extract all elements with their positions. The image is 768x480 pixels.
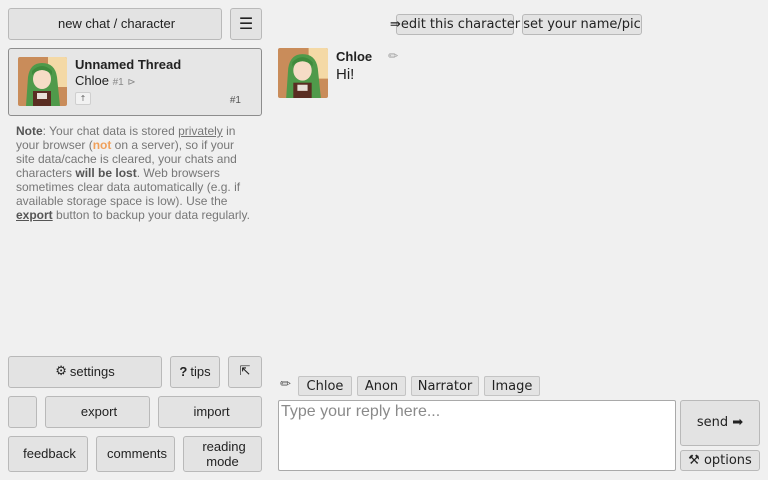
note-privately: privately [178,124,223,138]
new-chat-label: new chat / character [57,16,176,31]
character-avatar [18,57,67,106]
insert-image-button[interactable]: Image [484,376,540,396]
message-text: Hi! [336,66,355,83]
tips-button[interactable]: ? tips [170,356,220,388]
edit-character-button[interactable]: ⇛edit this character [390,14,520,35]
feedback-label: feedback [23,446,76,461]
message-avatar[interactable] [278,48,328,98]
import-button[interactable]: import [158,396,262,428]
storage-note: Note: Your chat data is stored privately… [16,124,256,222]
menu-button[interactable]: ☰ [230,8,262,40]
tag-icon: ⊳ [127,77,136,88]
thread-move-up-button[interactable]: ↑ [75,92,91,105]
pencil-icon[interactable]: ✏ [280,377,291,392]
note-export-link[interactable]: export [16,208,53,222]
collapse-icon: ⇱ [239,364,251,379]
reading-mode-label-wrap: reading mode [184,438,261,469]
message-author: Chloe [336,49,373,64]
export-label: export [80,404,118,419]
thread-character: Chloe [75,73,109,88]
comments-label: comments [107,446,167,461]
reading-label: reading mode [202,438,246,469]
comments-button[interactable]: comments [96,436,175,472]
export-button[interactable]: export [45,396,150,428]
collapse-sidebar-button[interactable]: ⇱ [228,356,262,388]
new-chat-button[interactable]: new chat / character [8,8,222,40]
thread-title: Unnamed Thread [75,57,182,72]
question-icon: ? [179,364,188,379]
thread-card[interactable]: Unnamed Thread Chloe #1 ⊳ ↑ #1 [8,48,262,116]
note-not: not [92,138,112,152]
thread-count: #1 [229,95,241,106]
note-text: : Your chat data is stored [42,124,179,138]
tips-label: tips [190,364,211,379]
reply-as-narrator-button[interactable]: Narrator [411,376,479,396]
reading-mode-button[interactable]: reading mode [183,436,262,472]
set-name-label: set your name/pic [523,16,641,32]
reply-input[interactable] [278,400,676,471]
thread-number: #1 [112,77,124,88]
note-label: Note [16,124,43,138]
edit-character-label: ⇛edit this character [389,16,521,32]
thread-subtitle: Chloe #1 ⊳ [75,73,136,88]
note-text: button to backup your data regularly. [52,208,250,222]
settings-label: settings [69,364,115,379]
edit-message-icon[interactable]: ✏ [388,49,398,63]
settings-button[interactable]: ⚙ settings [8,356,162,388]
note-will-be-lost: will be lost [75,166,137,180]
hamburger-icon: ☰ [238,14,254,33]
options-button[interactable]: ⚒ options [680,450,760,471]
storage-button[interactable] [8,396,37,428]
reply-as-anon-button[interactable]: Anon [357,376,406,396]
send-button[interactable]: send ➡ [680,400,760,446]
options-label: ⚒ options [688,452,752,468]
reply-as-chloe-button[interactable]: Chloe [298,376,352,396]
feedback-button[interactable]: feedback [8,436,88,472]
import-label: import [193,404,230,419]
send-label: send ➡ [696,415,744,430]
set-name-button[interactable]: set your name/pic [522,14,642,35]
gear-icon: ⚙ [55,364,67,379]
